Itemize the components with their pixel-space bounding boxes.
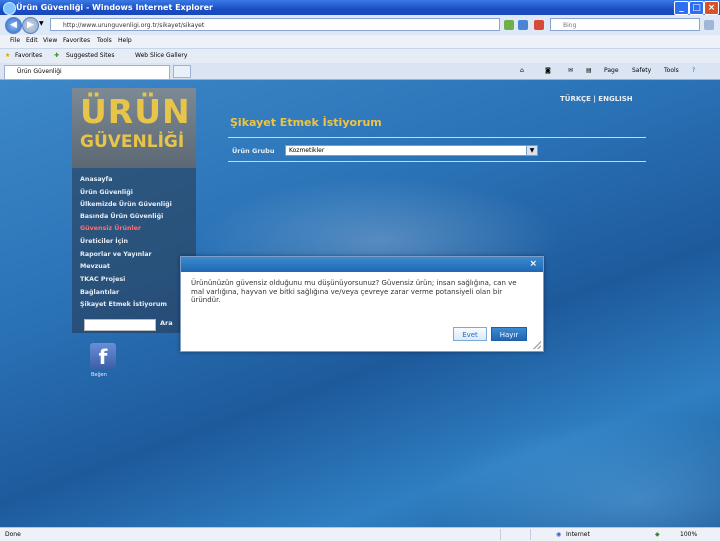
nav-item-basinda[interactable]: Basında Ürün Güvenliği [80, 213, 163, 220]
dialog-close-icon[interactable]: × [529, 259, 537, 269]
help-icon[interactable]: ? [692, 67, 695, 74]
status-text: Done [5, 531, 21, 538]
tab-label: Ürün Güvenliği [17, 68, 62, 75]
zoom-level[interactable]: 100% [680, 531, 697, 538]
internet-zone-icon: ◉ [556, 531, 562, 538]
window-title-bar: Ürün Güvenliği - Windows Internet Explor… [0, 0, 720, 15]
internet-zone-label: Internet [566, 531, 590, 538]
menu-bar: File Edit View Favorites Tools Help [0, 35, 720, 48]
address-row: ◀ ▶ ▼ http://www.urunguvenligi.org.tr/si… [0, 15, 720, 36]
product-group-value: Kozmetikler [289, 147, 325, 154]
window-title: Ürün Güvenliği - Windows Internet Explor… [16, 3, 213, 12]
nav-item-ureticiler[interactable]: Üreticiler İçin [80, 238, 128, 245]
site-search-button[interactable]: Ara [160, 319, 173, 327]
form-divider [228, 161, 646, 162]
favorites-item-web-slice[interactable]: Web Slice Gallery [135, 52, 187, 59]
site-search-input[interactable] [84, 319, 156, 331]
facebook-icon[interactable]: f [90, 343, 116, 369]
chevron-down-icon: ▼ [526, 146, 537, 155]
compatibility-view-icon[interactable] [504, 20, 514, 30]
nav-item-urun-guvenligi[interactable]: Ürün Güvenliği [80, 189, 133, 196]
resize-grip-icon[interactable] [533, 341, 541, 349]
page-title: Şikayet Etmek İstiyorum [230, 116, 382, 129]
recent-pages-dropdown-icon[interactable]: ▼ [39, 20, 44, 27]
favorites-bar: ★ Favorites ✚ Suggested Sites Web Slice … [0, 48, 720, 64]
logo-text-line1: ÜRÜN [80, 92, 191, 131]
address-input[interactable]: http://www.urunguvenligi.org.tr/sikayet/… [50, 18, 500, 31]
new-tab-button[interactable] [173, 65, 191, 78]
product-group-label: Ürün Grubu [232, 147, 275, 155]
mail-icon[interactable]: ✉ [568, 67, 573, 74]
minimize-button[interactable]: _ [674, 1, 689, 15]
no-button[interactable]: Hayır [491, 327, 527, 341]
dialog-header: × [181, 257, 543, 272]
language-switcher[interactable]: TÜRKÇE | ENGLISH [560, 95, 633, 103]
menu-edit[interactable]: Edit [26, 37, 38, 44]
menu-tools[interactable]: Tools [97, 37, 112, 44]
page-menu[interactable]: Page [604, 67, 619, 74]
nav-item-guvensiz-urunler[interactable]: Güvensiz Ürünler [80, 225, 141, 232]
nav-item-sikayet[interactable]: Şikayet Etmek İstiyorum [80, 301, 167, 308]
maximize-button[interactable]: □ [689, 1, 704, 15]
feeds-icon[interactable]: ◙ [545, 67, 551, 74]
nav-item-baglantilar[interactable]: Bağlantılar [80, 289, 119, 296]
yes-button[interactable]: Evet [453, 327, 487, 341]
status-bar: Done ◉ Internet ◆ 100% [0, 527, 720, 541]
tab-row: Ürün Güvenliği ⌂ ◙ ✉ ▤ Page Safety Tools… [0, 63, 720, 80]
menu-favorites[interactable]: Favorites [63, 37, 90, 44]
tools-menu[interactable]: Tools [664, 67, 679, 74]
favorites-button[interactable]: Favorites [15, 52, 42, 59]
menu-help[interactable]: Help [118, 37, 132, 44]
tab-urun-guvenligi[interactable]: Ürün Güvenliği [4, 65, 170, 79]
confirm-dialog: × Ürününüzün güvensiz olduğunu mu düşünü… [180, 256, 544, 352]
status-separator [500, 529, 501, 540]
logo-text-line2: GÜVENLİĞİ [80, 132, 185, 152]
stop-icon[interactable] [534, 20, 544, 30]
nav-item-tkac[interactable]: TKAC Projesi [80, 276, 125, 283]
nav-item-anasayfa[interactable]: Anasayfa [80, 176, 113, 183]
print-icon[interactable]: ▤ [586, 67, 592, 74]
add-favorite-icon[interactable]: ✚ [54, 52, 59, 59]
menu-view[interactable]: View [43, 37, 57, 44]
site-logo[interactable]: ÜRÜN GÜVENLİĞİ [72, 88, 196, 168]
menu-file[interactable]: File [10, 37, 20, 44]
facebook-like-label[interactable]: Beğen [91, 372, 107, 378]
ie-app-icon [3, 2, 16, 15]
safety-menu[interactable]: Safety [632, 67, 651, 74]
nav-item-mevzuat[interactable]: Mevzuat [80, 263, 110, 270]
nav-item-raporlar[interactable]: Raporlar ve Yayınlar [80, 251, 152, 258]
search-input[interactable]: Bing [550, 18, 700, 31]
product-group-select[interactable]: Kozmetikler ▼ [285, 145, 538, 156]
nav-item-ulkemizde[interactable]: Ülkemizde Ürün Güvenliği [80, 201, 172, 208]
status-separator [530, 529, 531, 540]
close-window-button[interactable]: × [704, 1, 719, 15]
back-button[interactable]: ◀ [5, 17, 22, 34]
dialog-message: Ürününüzün güvensiz olduğunu mu düşünüyo… [191, 279, 517, 304]
forward-button[interactable]: ▶ [22, 17, 39, 34]
refresh-icon[interactable] [518, 20, 528, 30]
home-icon[interactable]: ⌂ [520, 67, 524, 74]
search-icon[interactable] [704, 20, 714, 30]
protected-mode-icon[interactable]: ◆ [655, 531, 660, 538]
favorites-item-suggested-sites[interactable]: Suggested Sites [66, 52, 114, 59]
favorites-star-icon[interactable]: ★ [5, 52, 10, 59]
title-divider [228, 137, 646, 138]
page-content: ÜRÜN GÜVENLİĞİ Anasayfa Ürün Güvenliği Ü… [0, 80, 720, 527]
